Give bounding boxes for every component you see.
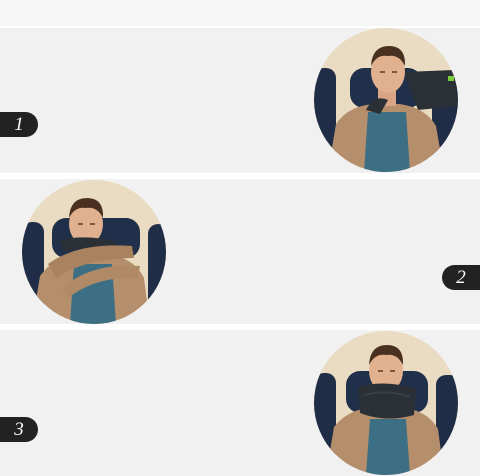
pillow-worn-on-neck (358, 383, 416, 419)
shirt (366, 419, 410, 475)
pillow-accent (448, 76, 454, 81)
step-3-photo (314, 331, 458, 475)
step-panel-2: 2 (0, 179, 480, 324)
man-placing-pillow-illustration (314, 28, 458, 172)
step-panel-3: 3 (0, 330, 480, 476)
right-seat-edge (148, 224, 166, 314)
step-2-photo (22, 180, 166, 324)
man-wrapping-pillow-illustration (22, 180, 166, 324)
shirt (364, 112, 410, 172)
step-panel-1: 1 (0, 28, 480, 173)
step-1-photo (314, 28, 458, 172)
top-strip (0, 0, 480, 26)
step-number-badge: 3 (0, 417, 38, 442)
step-number-badge: 1 (0, 112, 38, 137)
man-wearing-pillow-illustration (314, 331, 458, 475)
step-number-badge: 2 (442, 265, 480, 290)
right-seat-edge (436, 375, 458, 465)
